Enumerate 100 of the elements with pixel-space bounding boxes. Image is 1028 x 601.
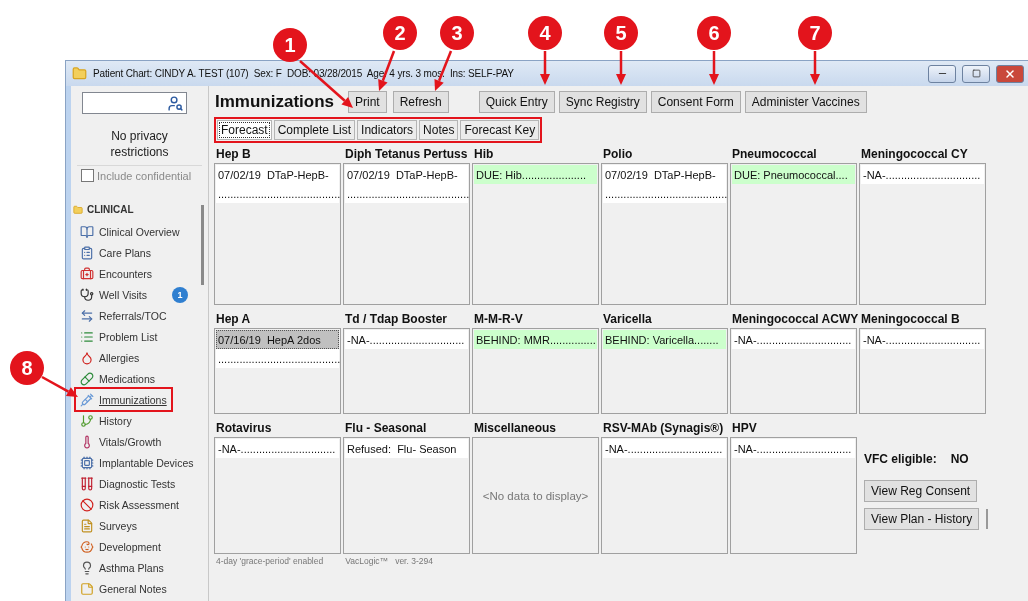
sidebar-item[interactable]: Care Plans (76, 242, 155, 263)
forecast-entry[interactable]: -NA-............................... (732, 439, 855, 458)
forecast-entry[interactable]: 07/16/19 HepA 2dos (216, 330, 339, 349)
tab[interactable]: Indicators (357, 120, 418, 140)
forecast-entry[interactable]: -NA-............................... (861, 165, 984, 184)
forecast-entry[interactable]: 07/02/19 DTaP-HepB- (216, 165, 339, 184)
grace-period-note: 4-day 'grace-period' enabled (216, 556, 324, 566)
forecast-entry[interactable]: -NA-............................... (345, 330, 468, 349)
scrollbar[interactable] (201, 205, 204, 285)
sidebar-item[interactable]: Allergies (76, 347, 144, 368)
vaccine-name: Hep B (215, 146, 252, 163)
view-button[interactable]: View Reg Consent (864, 480, 978, 502)
resize-grip[interactable] (986, 509, 989, 529)
privacy-status: No privacy restrictions (109, 128, 170, 160)
sidebar-item[interactable]: History (76, 410, 136, 431)
minimize-button[interactable] (928, 64, 956, 83)
sidebar-item[interactable]: Asthma Plans (76, 557, 168, 578)
list-icon (80, 329, 94, 344)
drop-icon (80, 350, 94, 365)
forecast-entry[interactable]: Refused: Flu- Season (345, 439, 468, 458)
sidebar-item[interactable]: Implantable Devices (76, 452, 198, 473)
prohibited-icon (80, 497, 94, 512)
close-icon (1004, 67, 1016, 80)
vfc-value: NO (950, 452, 969, 466)
syringe-icon (80, 392, 94, 407)
view-button[interactable]: View Plan - History (864, 508, 980, 530)
arrow (41, 375, 78, 397)
search-field[interactable] (82, 92, 187, 114)
vaccine-name: HPV (731, 420, 758, 437)
section-heading: CLINICAL (87, 204, 134, 215)
forecast-entry[interactable]: ........................................ (345, 184, 468, 203)
callout-number: 2 (383, 16, 417, 50)
forecast-entry[interactable]: ........................................ (216, 349, 339, 368)
forecast-entry[interactable]: -NA-............................... (216, 439, 339, 458)
vaccine-name: Hep A (215, 311, 252, 328)
toolbar-button[interactable]: Consent Form (650, 91, 741, 113)
document-icon (80, 518, 94, 533)
callout-number: 5 (604, 16, 638, 50)
sidebar-item[interactable]: Referrals/TOC (76, 305, 171, 326)
clipboard-icon (80, 245, 94, 260)
tab[interactable]: Forecast Key (460, 120, 540, 140)
forecast-entry[interactable]: ........................................ (603, 184, 726, 203)
page-title: Immunizations (215, 92, 334, 112)
callout-number: 8 (10, 351, 44, 385)
sidebar-item[interactable]: Surveys (76, 515, 141, 536)
toolbar-button[interactable]: Print (348, 91, 387, 113)
toolbar-button[interactable]: Quick Entry (478, 91, 555, 113)
forecast-entry[interactable]: DUE: Hib..................... (474, 165, 597, 184)
sidebar-item[interactable]: Clinical Overview (76, 221, 184, 242)
forecast-entry[interactable]: -NA-............................... (861, 330, 984, 349)
tab[interactable]: Complete List (273, 120, 356, 140)
maximize-button[interactable] (962, 64, 990, 83)
toolbar-button[interactable]: Refresh (392, 91, 449, 113)
test-tubes-icon (80, 476, 94, 491)
forecast-entry[interactable]: 07/02/19 DTaP-HepB- (603, 165, 726, 184)
sidebar-item[interactable]: Medications (76, 368, 160, 389)
chip-icon (80, 455, 94, 470)
arrow (540, 51, 550, 85)
toolbar-button[interactable]: Administer Vaccines (744, 91, 867, 113)
arrows-icon (80, 308, 94, 323)
sidebar-item[interactable]: Risk Assessment (76, 494, 183, 515)
vaccine-name: Flu - Seasonal (344, 420, 428, 437)
forecast-entry[interactable]: ........................................ (216, 184, 339, 203)
sidebar-item[interactable]: Problem List (76, 326, 162, 347)
forecast-entry[interactable]: -NA-............................... (603, 439, 726, 458)
empty-message: <No data to display> (481, 488, 590, 504)
tree-icon (80, 413, 94, 428)
forecast-entry[interactable]: 07/02/19 DTaP-HepB- (345, 165, 468, 184)
callout-number: 1 (273, 28, 307, 62)
version-note: VacLogic™ ver. 3-294 (345, 556, 433, 566)
baby-icon (80, 539, 94, 554)
toolbar-button[interactable]: Sync Registry (558, 91, 647, 113)
book-icon (80, 224, 94, 239)
arrow (616, 51, 626, 85)
arrow (810, 51, 820, 85)
stethoscope-icon (80, 287, 94, 302)
sidebar-item[interactable]: Immunizations (76, 389, 171, 410)
vaccine-name: Td / Tdap Booster (344, 311, 448, 328)
sidebar-item[interactable]: Vitals/Growth (76, 431, 166, 452)
sidebar-item[interactable]: General Notes (76, 578, 171, 599)
sidebar-item[interactable]: Encounters (76, 263, 157, 284)
sidebar-item[interactable]: Diagnostic Tests (76, 473, 180, 494)
vaccine-name: Meningococcal ACWY (731, 311, 857, 328)
forecast-entry[interactable]: BEHIND: Varicella........ (603, 330, 726, 349)
close-button[interactable] (996, 64, 1024, 83)
tab[interactable]: Notes (419, 120, 459, 140)
sidebar-item[interactable]: Development (76, 536, 165, 557)
vaccine-name: Miscellaneous (473, 420, 558, 437)
vaccine-name: Polio (602, 146, 634, 163)
pill-icon (80, 371, 94, 386)
callout-number: 3 (440, 16, 474, 50)
person-search-icon[interactable] (167, 94, 184, 112)
sidebar-item[interactable]: Well Visits 1 (76, 284, 193, 305)
vfc-label: VFC eligible: (864, 452, 937, 466)
maximize-icon (971, 69, 981, 78)
arrow (709, 51, 719, 85)
forecast-entry[interactable]: -NA-............................... (732, 330, 855, 349)
tab[interactable]: Forecast (217, 120, 272, 140)
forecast-entry[interactable]: BEHIND: MMR............... (474, 330, 597, 349)
forecast-entry[interactable]: DUE: Pneumococcal.... (732, 165, 855, 184)
